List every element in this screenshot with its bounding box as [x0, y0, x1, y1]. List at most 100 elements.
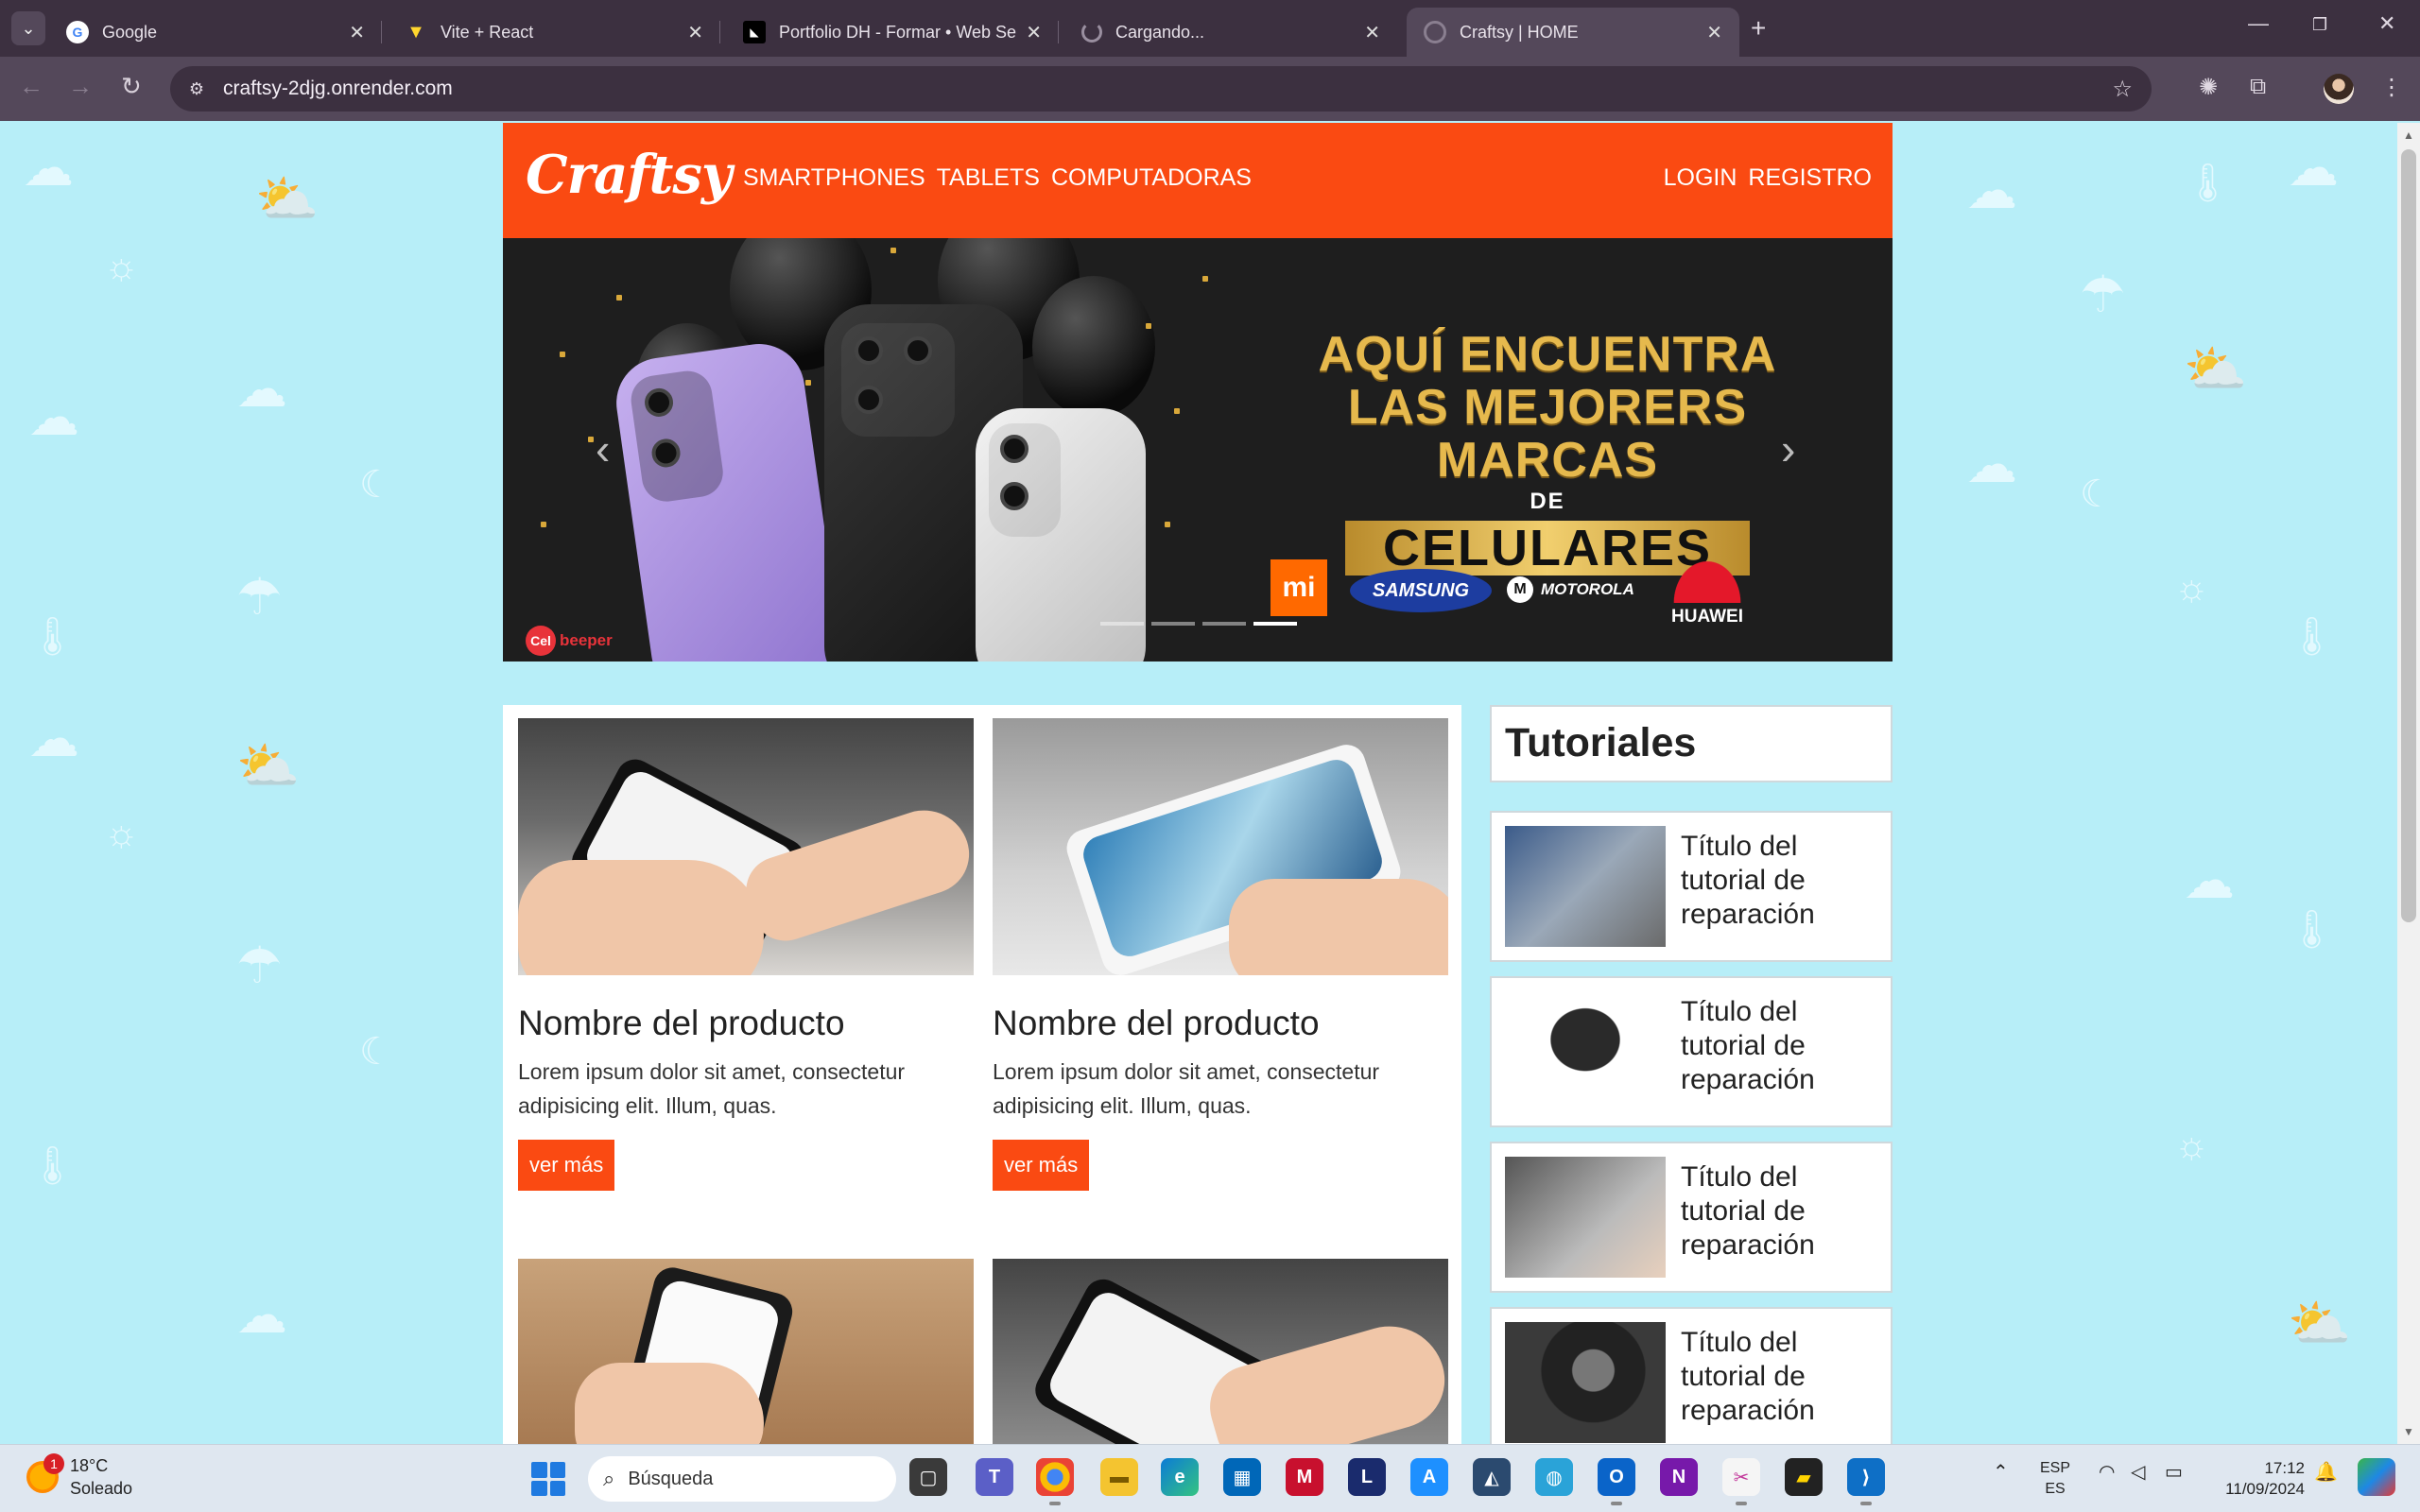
extension-icon[interactable]: ✺	[2199, 74, 2218, 101]
camera-lens	[1000, 435, 1028, 463]
celbeeper-watermark: Cel beeper	[526, 626, 613, 656]
cloud-icon: ☁	[1966, 437, 2017, 493]
carousel-indicator-3[interactable]	[1202, 622, 1246, 626]
site-info-icon[interactable]: ⚙	[183, 76, 210, 102]
snipping-tool-icon[interactable]: ✂	[1722, 1458, 1760, 1505]
wifi-icon[interactable]: ◠	[2099, 1460, 2115, 1484]
store-icon[interactable]: ▦	[1223, 1458, 1261, 1496]
main-nav: SMARTPHONES TABLETS COMPUTADORAS	[743, 164, 1252, 192]
scrollbar-thumb[interactable]	[2401, 149, 2416, 922]
restore-icon[interactable]: ❐	[2312, 15, 2327, 35]
tutorial-item[interactable]: Título del tutorial de reparación	[1490, 811, 1893, 962]
notification-badge: 1	[43, 1453, 64, 1474]
task-view-icon[interactable]: ▢	[909, 1458, 947, 1496]
clock[interactable]: 17:12 11/09/2024	[2210, 1458, 2305, 1500]
onenote-icon[interactable]: N	[1660, 1458, 1698, 1496]
close-icon[interactable]: ✕	[687, 21, 703, 44]
chrome-icon[interactable]	[1036, 1458, 1074, 1505]
carousel-indicator-1[interactable]	[1100, 622, 1144, 626]
edge-icon[interactable]: e	[1161, 1458, 1199, 1496]
craftsy-logo[interactable]: Craftsy	[526, 144, 732, 206]
battery-icon[interactable]: ▭	[2165, 1460, 2183, 1484]
confetti	[541, 522, 546, 527]
sql-icon[interactable]: ◭	[1473, 1458, 1511, 1496]
carousel-prev-icon[interactable]: ‹	[596, 423, 610, 474]
tutorial-item[interactable]: Título del tutorial de reparación	[1490, 1307, 1893, 1458]
lexicon-icon[interactable]: L	[1348, 1458, 1386, 1496]
thermometer-icon: 🌡	[28, 616, 77, 658]
cloud-icon: ☁	[2288, 140, 2339, 197]
huawei-logo: HUAWEI	[1660, 550, 1754, 627]
window-close-icon[interactable]: ✕	[2378, 11, 2395, 36]
tutorial-thumbnail	[1505, 1322, 1666, 1443]
ver-mas-button[interactable]: ver más	[993, 1140, 1090, 1191]
app-icon[interactable]: A	[1410, 1458, 1448, 1496]
tutorial-item[interactable]: Título del tutorial de reparación	[1490, 1142, 1893, 1293]
profile-avatar[interactable]	[2324, 74, 2354, 104]
minimize-icon[interactable]: —	[2248, 11, 2269, 36]
clock-date: 11/09/2024	[2225, 1480, 2305, 1498]
hero-headline: AQUÍ ENCUENTRA LAS MEJORERS MARCAS DE CE…	[1245, 328, 1850, 576]
confetti	[1165, 522, 1170, 527]
file-explorer-icon[interactable]: ▬	[1100, 1458, 1138, 1496]
browser-toolbar: ← → ↻ ⚙ craftsy-2djg.onrender.com ☆ ✺ ⧉ …	[0, 57, 2420, 121]
teams-icon[interactable]: T	[976, 1458, 1013, 1496]
tab-google[interactable]: G Google ✕	[49, 8, 382, 57]
carousel-next-icon[interactable]: ›	[1781, 423, 1795, 474]
copilot-icon[interactable]	[2358, 1458, 2395, 1496]
cloud-icon: ☁	[236, 1287, 287, 1344]
carousel-indicator-2[interactable]	[1151, 622, 1195, 626]
bookmark-star-icon[interactable]: ☆	[2112, 76, 2133, 103]
notification-bell-icon[interactable]: 🔔	[2314, 1460, 2338, 1484]
login-link[interactable]: LOGIN	[1664, 164, 1737, 192]
tab-vite-react[interactable]: ▼ Vite + React ✕	[388, 8, 720, 57]
register-link[interactable]: REGISTRO	[1748, 164, 1872, 192]
menu-icon[interactable]: ⋮	[2380, 74, 2403, 101]
volume-icon[interactable]: ◁	[2131, 1460, 2145, 1484]
language-indicator[interactable]: ESP ES	[2040, 1458, 2070, 1500]
sticky-notes-icon[interactable]: ▰	[1785, 1458, 1823, 1496]
puzzle-icon[interactable]: ⧉	[2250, 74, 2266, 100]
search-icon: ⌕	[603, 1467, 615, 1490]
forward-icon[interactable]: →	[68, 72, 93, 101]
page-scrollbar[interactable]: ▲ ▼	[2397, 123, 2420, 1444]
url-text: craftsy-2djg.onrender.com	[223, 77, 453, 99]
carousel-indicator-4[interactable]	[1253, 622, 1297, 626]
tab-loading[interactable]: Cargando... ✕	[1064, 8, 1397, 57]
taskbar-search[interactable]: ⌕ Búsqueda	[588, 1456, 896, 1502]
ver-mas-button[interactable]: ver más	[518, 1140, 615, 1191]
weather-widget[interactable]: 1 18°C Soleado	[26, 1453, 132, 1500]
globe-icon[interactable]: ◍	[1535, 1458, 1573, 1496]
confetti	[560, 352, 565, 357]
start-button[interactable]	[531, 1462, 565, 1496]
celbeeper-icon: Cel	[526, 626, 556, 656]
thermometer-icon: 🌡	[2288, 616, 2336, 658]
mcafee-icon[interactable]: M	[1286, 1458, 1323, 1496]
windows-taskbar: 1 18°C Soleado ⌕ Búsqueda ▢ T ▬ e ▦ M L …	[0, 1444, 2420, 1512]
scroll-up-icon[interactable]: ▲	[2403, 129, 2414, 142]
tutorial-title: Título del tutorial de reparación	[1681, 831, 1815, 930]
tab-portfolio[interactable]: ◣ Portfolio DH - Formar • Web Se ✕	[726, 8, 1059, 57]
tab-craftsy-home[interactable]: Craftsy | HOME ✕	[1407, 8, 1739, 57]
outlook-icon[interactable]: O	[1598, 1458, 1635, 1505]
scroll-down-icon[interactable]: ▼	[2403, 1425, 2414, 1438]
xiaomi-logo-text: mi	[1282, 572, 1316, 603]
tab-search-button[interactable]: ⌄	[11, 11, 45, 45]
address-bar[interactable]: ⚙ craftsy-2djg.onrender.com ☆	[170, 66, 2152, 112]
nav-smartphones[interactable]: SMARTPHONES	[743, 164, 925, 192]
reload-icon[interactable]: ↻	[121, 72, 142, 101]
close-icon[interactable]: ✕	[1364, 21, 1380, 44]
camera-module	[989, 423, 1061, 537]
tutorial-item[interactable]: Título del tutorial de reparación	[1490, 976, 1893, 1127]
close-icon[interactable]: ✕	[1706, 21, 1722, 44]
close-icon[interactable]: ✕	[349, 21, 365, 44]
tab-title: Cargando...	[1115, 22, 1205, 42]
nav-tablets[interactable]: TABLETS	[937, 164, 1040, 192]
nav-computadoras[interactable]: COMPUTADORAS	[1051, 164, 1252, 192]
back-icon[interactable]: ←	[19, 72, 43, 101]
chevron-up-icon[interactable]: ⌃	[1993, 1460, 2009, 1484]
vscode-icon[interactable]: ⟩	[1847, 1458, 1885, 1505]
motorola-logo: M MOTOROLA	[1507, 576, 1634, 603]
new-tab-button[interactable]: +	[1751, 13, 1766, 43]
close-icon[interactable]: ✕	[1026, 21, 1042, 44]
